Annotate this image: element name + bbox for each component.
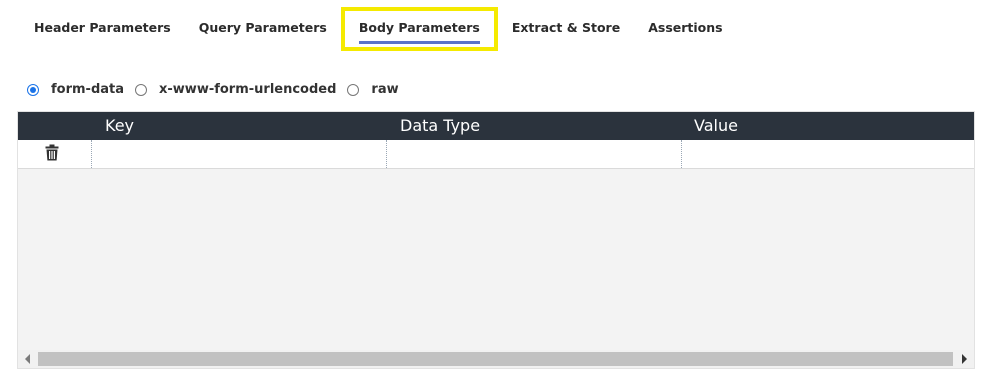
tab-label: Body Parameters	[358, 20, 480, 35]
scroll-right-icon[interactable]	[962, 354, 967, 364]
radio-label: form-data	[51, 82, 125, 97]
radio-label: x-www-form-urlencoded	[159, 82, 337, 97]
active-tab-underline	[358, 41, 480, 44]
column-header-key: Key	[105, 116, 135, 135]
column-header-value: Value	[694, 116, 738, 135]
radio-unchecked-icon[interactable]	[135, 83, 148, 96]
horizontal-scrollbar[interactable]	[18, 350, 974, 368]
tab-bar: Header Parameters Query Parameters Body …	[20, 7, 737, 51]
scroll-left-icon[interactable]	[25, 354, 30, 364]
data-type-cell[interactable]	[386, 140, 681, 168]
scrollbar-thumb[interactable]	[38, 352, 953, 366]
radio-raw[interactable]: raw	[347, 82, 399, 97]
tab-header-parameters[interactable]: Header Parameters	[20, 8, 185, 46]
tab-assertions[interactable]: Assertions	[634, 8, 736, 46]
body-type-radio-group: form-data x-www-form-urlencoded raw	[27, 82, 410, 97]
tab-body-parameters[interactable]: Body Parameters	[340, 7, 498, 51]
radio-label: raw	[371, 82, 399, 97]
key-cell[interactable]	[91, 140, 386, 168]
tab-extract-store[interactable]: Extract & Store	[498, 8, 634, 46]
table-row	[18, 140, 974, 169]
body-parameters-table: Key Data Type Value	[17, 111, 975, 369]
table-header: Key Data Type Value	[18, 112, 974, 140]
column-header-data-type: Data Type	[400, 116, 481, 135]
trash-icon[interactable]	[45, 144, 59, 161]
radio-checked-icon[interactable]	[27, 83, 39, 96]
tab-label: Extract & Store	[511, 20, 621, 35]
tab-label: Assertions	[648, 20, 723, 35]
radio-unchecked-icon[interactable]	[347, 83, 360, 96]
tab-query-parameters[interactable]: Query Parameters	[185, 8, 341, 46]
radio-x-www-form-urlencoded[interactable]: x-www-form-urlencoded	[135, 82, 336, 97]
radio-form-data[interactable]: form-data	[27, 82, 124, 97]
tab-label: Header Parameters	[34, 20, 171, 35]
value-cell[interactable]	[681, 140, 975, 168]
tab-label: Query Parameters	[198, 20, 327, 35]
